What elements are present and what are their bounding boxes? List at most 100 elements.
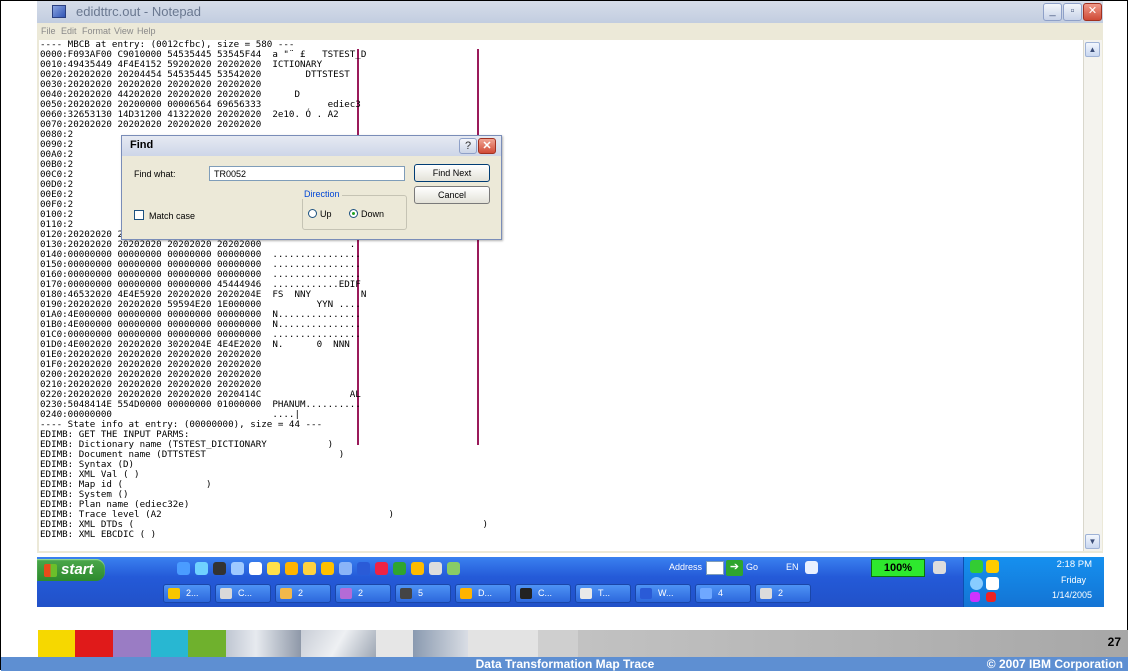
taskbar-app-icon xyxy=(520,588,532,599)
go-arrow-icon[interactable]: ➔ xyxy=(726,560,743,576)
quicklaunch-word-icon[interactable] xyxy=(357,562,370,575)
power-icon[interactable] xyxy=(933,561,946,574)
scroll-up-icon[interactable]: ▲ xyxy=(1085,42,1100,57)
quicklaunch-browser-icon[interactable] xyxy=(195,562,208,575)
taskbar-app-icon xyxy=(340,588,352,599)
quicklaunch-pdf-icon[interactable] xyxy=(375,562,388,575)
editor-line: 01A0:4E000000 00000000 00000000 00000000… xyxy=(40,309,361,320)
quicklaunch-app-icon[interactable] xyxy=(303,562,316,575)
menu-file[interactable]: File xyxy=(41,26,56,36)
editor-line: EDIMB: Trace level (A2 ) xyxy=(40,509,395,520)
start-button[interactable]: start xyxy=(37,559,105,581)
taskbar-app-icon xyxy=(280,588,292,599)
find-dialog-title: Find xyxy=(130,139,154,151)
taskbar-button[interactable]: 4 xyxy=(695,584,751,603)
quicklaunch-messenger-icon[interactable] xyxy=(321,562,334,575)
editor-line: 00C0:2 xyxy=(40,169,74,180)
close-button[interactable]: ✕ xyxy=(1083,3,1102,21)
tray-security-icon[interactable] xyxy=(970,592,980,602)
find-dialog: Find ? ✕ Find what: TR0052 Find Next Can… xyxy=(121,135,502,240)
editor-line: 01F0:20202020 20202020 20202020 20202020 xyxy=(40,359,262,370)
scroll-down-icon[interactable]: ▼ xyxy=(1085,534,1100,549)
direction-down-radio[interactable] xyxy=(349,209,358,218)
page-number: 27 xyxy=(1107,635,1121,649)
quicklaunch-ppt-icon[interactable] xyxy=(411,562,424,575)
quicklaunch-excel-icon[interactable] xyxy=(393,562,406,575)
taskbar-button[interactable]: C... xyxy=(215,584,271,603)
taskbar-app-icon xyxy=(220,588,232,599)
footer-block-green xyxy=(188,630,226,657)
taskbar-button[interactable]: C... xyxy=(515,584,571,603)
help-tray-icon[interactable] xyxy=(805,561,818,574)
find-dialog-titlebar[interactable]: Find ? ✕ xyxy=(122,136,501,156)
taskbar-button[interactable]: 2 xyxy=(755,584,811,603)
tray-app-icon[interactable] xyxy=(986,577,999,590)
taskbar-button[interactable]: 5 xyxy=(395,584,451,603)
cancel-button[interactable]: Cancel xyxy=(414,186,490,204)
dump-divider-right xyxy=(477,49,489,445)
taskbar-button[interactable]: 2 xyxy=(275,584,331,603)
menu-help[interactable]: Help xyxy=(137,26,156,36)
taskbar-button[interactable]: 2... xyxy=(163,584,211,603)
find-next-button[interactable]: Find Next xyxy=(414,164,490,182)
taskbar-button-label: 4 xyxy=(718,588,724,598)
go-label[interactable]: Go xyxy=(746,562,758,572)
quicklaunch-notepad-icon[interactable] xyxy=(249,562,262,575)
language-indicator[interactable]: EN xyxy=(786,562,799,572)
footer-image-texture xyxy=(413,630,468,657)
tray-back-icon[interactable] xyxy=(970,577,983,590)
quicklaunch-search-icon[interactable] xyxy=(267,562,280,575)
tray-alert-icon[interactable] xyxy=(986,592,996,602)
editor-line: 0170:00000000 00000000 00000000 45444946… xyxy=(40,279,361,290)
slide: edidttrc.out - Notepad _ ▫ ✕ File Edit F… xyxy=(0,0,1128,671)
menu-edit[interactable]: Edit xyxy=(61,26,77,36)
quicklaunch-network-icon[interactable] xyxy=(447,562,460,575)
editor-line: EDIMB: Syntax (D) xyxy=(40,459,135,470)
clock-date: 1/14/2005 xyxy=(1051,590,1092,600)
editor-line: 0100:2 xyxy=(40,209,74,220)
taskbar-button-label: 2 xyxy=(778,588,784,598)
quicklaunch-extra-icon[interactable] xyxy=(429,562,442,575)
taskbar-button[interactable]: D... xyxy=(455,584,511,603)
start-label: start xyxy=(61,561,94,578)
menu-format[interactable]: Format xyxy=(82,26,111,36)
menu-view[interactable]: View xyxy=(114,26,133,36)
vertical-scrollbar[interactable]: ▲ ▼ xyxy=(1083,40,1102,551)
text-editor[interactable]: ---- MBCB at entry: (0012cfbc), size = 5… xyxy=(39,40,1083,551)
match-case-checkbox[interactable] xyxy=(134,210,144,220)
quicklaunch-tool-icon[interactable] xyxy=(339,562,352,575)
quicklaunch-console-icon[interactable] xyxy=(213,562,226,575)
editor-line: 00D0:2 xyxy=(40,179,74,190)
editor-line: 01D0:4E002020 20202020 3020204E 4E4E2020… xyxy=(40,339,350,350)
find-what-input[interactable]: TR0052 xyxy=(209,166,405,181)
taskbar-button[interactable]: W... xyxy=(635,584,691,603)
quicklaunch-folder-icon[interactable] xyxy=(285,562,298,575)
zoom-level: 100% xyxy=(871,559,925,577)
maximize-button[interactable]: ▫ xyxy=(1063,3,1082,21)
direction-up-radio[interactable] xyxy=(308,209,317,218)
quicklaunch-desktop-icon[interactable] xyxy=(231,562,244,575)
tray-network-icon[interactable] xyxy=(970,560,983,573)
taskbar-button[interactable]: T... xyxy=(575,584,631,603)
direction-down-label: Down xyxy=(361,209,385,219)
title-bar[interactable]: edidttrc.out - Notepad _ ▫ ✕ xyxy=(37,1,1103,23)
editor-line: 0220:20202020 20202020 20202020 2020414C… xyxy=(40,389,361,400)
match-case-label: Match case xyxy=(149,211,196,221)
editor-line: 0150:00000000 00000000 00000000 00000000… xyxy=(40,259,361,270)
taskbar-button[interactable]: 2 xyxy=(335,584,391,603)
quicklaunch-ie-icon[interactable] xyxy=(177,562,190,575)
dialog-close-button[interactable]: ✕ xyxy=(478,138,496,154)
help-button[interactable]: ? xyxy=(459,138,477,154)
minimize-button[interactable]: _ xyxy=(1043,3,1062,21)
editor-line: 0240:00000000 ....| xyxy=(40,409,300,420)
tray-monitor-icon[interactable] xyxy=(986,560,999,573)
editor-line: 00F0:2 xyxy=(40,199,74,210)
address-dropdown[interactable] xyxy=(706,561,724,575)
editor-line: EDIMB: Map id ( ) xyxy=(40,479,212,490)
footer-color-blocks xyxy=(1,630,1128,657)
direction-up-label: Up xyxy=(320,209,332,219)
editor-line: 0090:2 xyxy=(40,139,74,150)
editor-line: 0110:2 xyxy=(40,219,74,230)
clock-time[interactable]: 2:18 PM xyxy=(1057,559,1092,570)
editor-line: 0230:5048414E 554D0000 00000000 01000000… xyxy=(40,399,361,410)
